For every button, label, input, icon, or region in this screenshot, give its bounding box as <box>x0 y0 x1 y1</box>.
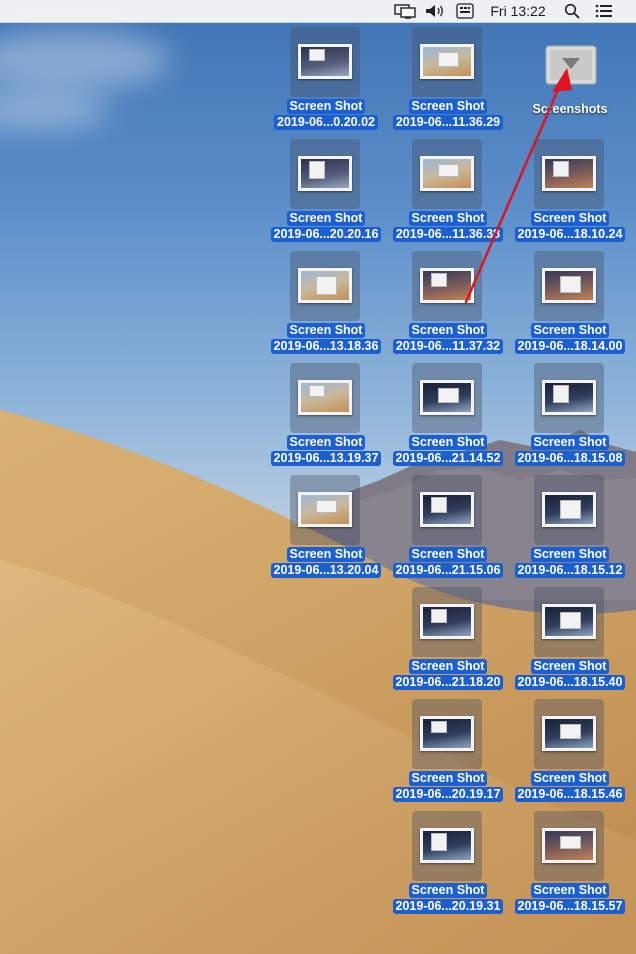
file-name-line1: Screen Shot <box>286 211 366 226</box>
file-name-line2: 2019-06...0.20.02 <box>274 115 378 130</box>
input-menu-icon[interactable] <box>454 0 476 22</box>
file-name-line2: 2019-06...20.19.17 <box>392 787 504 802</box>
file-name-line2: 2019-06...20.20.16 <box>270 227 382 242</box>
file-name-line1: Screen Shot <box>530 883 610 898</box>
file-name-line2: 2019-06...13.18.36 <box>270 339 382 354</box>
file-thumbnail <box>534 363 604 433</box>
file-name-line1: Screen Shot <box>408 771 488 786</box>
file-name-line2: 2019-06...18.10.24 <box>514 227 626 242</box>
file-name-line1: Screen Shot <box>530 547 610 562</box>
screenshot-preview-image <box>420 828 474 863</box>
file-name-line2: 2019-06...11.36.29 <box>392 115 504 130</box>
file-name-line1: Screen Shot <box>530 211 610 226</box>
file-name-line1: Screen Shot <box>530 435 610 450</box>
screenshot-preview-image <box>298 44 352 79</box>
folder-label: Screenshots <box>532 102 608 116</box>
file-name-line1: Screen Shot <box>408 547 488 562</box>
file-name-line2: 2019-06...18.15.46 <box>514 787 626 802</box>
file-thumbnail <box>290 251 360 321</box>
screenshot-preview-image <box>420 380 474 415</box>
file-thumbnail <box>412 475 482 545</box>
file-name-line1: Screen Shot <box>530 323 610 338</box>
file-thumbnail <box>534 139 604 209</box>
screenshot-preview-image <box>542 492 596 527</box>
screenshot-preview-image <box>298 380 352 415</box>
screenshot-preview-image <box>420 268 474 303</box>
screenshot-preview-image <box>542 156 596 191</box>
menu-bar: Fri 13:22 <box>0 0 636 23</box>
file-thumbnail <box>290 363 360 433</box>
file-thumbnail <box>534 699 604 769</box>
screenshot-preview-image <box>542 716 596 751</box>
file-thumbnail <box>290 27 360 97</box>
file-thumbnail <box>534 811 604 881</box>
desktop: Screen Shot 2019-06...0.20.02 Screen Shot 2… <box>0 0 636 954</box>
search-icon[interactable] <box>561 0 583 22</box>
screenshot-preview-image <box>298 156 352 191</box>
file-thumbnail <box>534 251 604 321</box>
screenshot-preview-image <box>298 492 352 527</box>
file-name-line1: Screen Shot <box>408 883 488 898</box>
file-thumbnail <box>412 699 482 769</box>
file-name-line2: 2019-06...18.15.57 <box>514 899 626 914</box>
file-name-line1: Screen Shot <box>286 547 366 562</box>
file-name-line1: Screen Shot <box>408 435 488 450</box>
display-mirroring-icon[interactable] <box>392 0 418 22</box>
screenshot-preview-image <box>420 44 474 79</box>
file-thumbnail <box>534 587 604 657</box>
file-name-line2: 2019-06...11.36.38 <box>392 227 504 242</box>
folder-icon <box>545 45 597 85</box>
file-name-line1: Screen Shot <box>286 99 366 114</box>
file-name-line2: 2019-06...21.15.06 <box>392 563 504 578</box>
file-name-line2: 2019-06...20.19.31 <box>392 899 504 914</box>
file-name-line1: Screen Shot <box>530 659 610 674</box>
file-thumbnail <box>412 587 482 657</box>
notification-center-icon[interactable] <box>592 0 616 22</box>
file-thumbnail <box>290 139 360 209</box>
file-name-line2: 2019-06...13.19.37 <box>270 451 382 466</box>
file-thumbnail <box>412 139 482 209</box>
file-thumbnail <box>534 475 604 545</box>
file-name-line1: Screen Shot <box>408 323 488 338</box>
file-name-line2: 2019-06...18.14.00 <box>514 339 626 354</box>
screenshot-preview-image <box>542 380 596 415</box>
screenshot-preview-image <box>420 716 474 751</box>
file-name-line2: 2019-06...21.14.52 <box>392 451 504 466</box>
file-thumbnail <box>412 27 482 97</box>
file-name-line2: 2019-06...21.18.20 <box>392 675 504 690</box>
file-thumbnail <box>412 363 482 433</box>
file-name-line2: 2019-06...18.15.08 <box>514 451 626 466</box>
screenshot-preview-image <box>420 492 474 527</box>
file-name-line2: 2019-06...18.15.40 <box>514 675 626 690</box>
file-name-line2: 2019-06...13.20.04 <box>270 563 382 578</box>
screenshot-preview-image <box>542 828 596 863</box>
file-name-line1: Screen Shot <box>286 323 366 338</box>
file-name-line1: Screen Shot <box>408 211 488 226</box>
file-name-line1: Screen Shot <box>530 771 610 786</box>
file-thumbnail <box>412 251 482 321</box>
file-name-line1: Screen Shot <box>408 659 488 674</box>
file-name-line1: Screen Shot <box>286 435 366 450</box>
file-name-line2: 2019-06...11.37.32 <box>392 339 504 354</box>
file-thumbnail <box>412 811 482 881</box>
screenshot-preview-image <box>542 268 596 303</box>
screenshot-preview-image <box>420 156 474 191</box>
volume-icon[interactable] <box>422 0 448 22</box>
file-thumbnail <box>290 475 360 545</box>
screenshot-preview-image <box>298 268 352 303</box>
menu-bar-clock[interactable]: Fri 13:22 <box>486 0 550 22</box>
file-name-line1: Screen Shot <box>408 99 488 114</box>
screenshot-preview-image <box>542 604 596 639</box>
file-name-line2: 2019-06...18.15.12 <box>514 563 626 578</box>
screenshot-preview-image <box>420 604 474 639</box>
